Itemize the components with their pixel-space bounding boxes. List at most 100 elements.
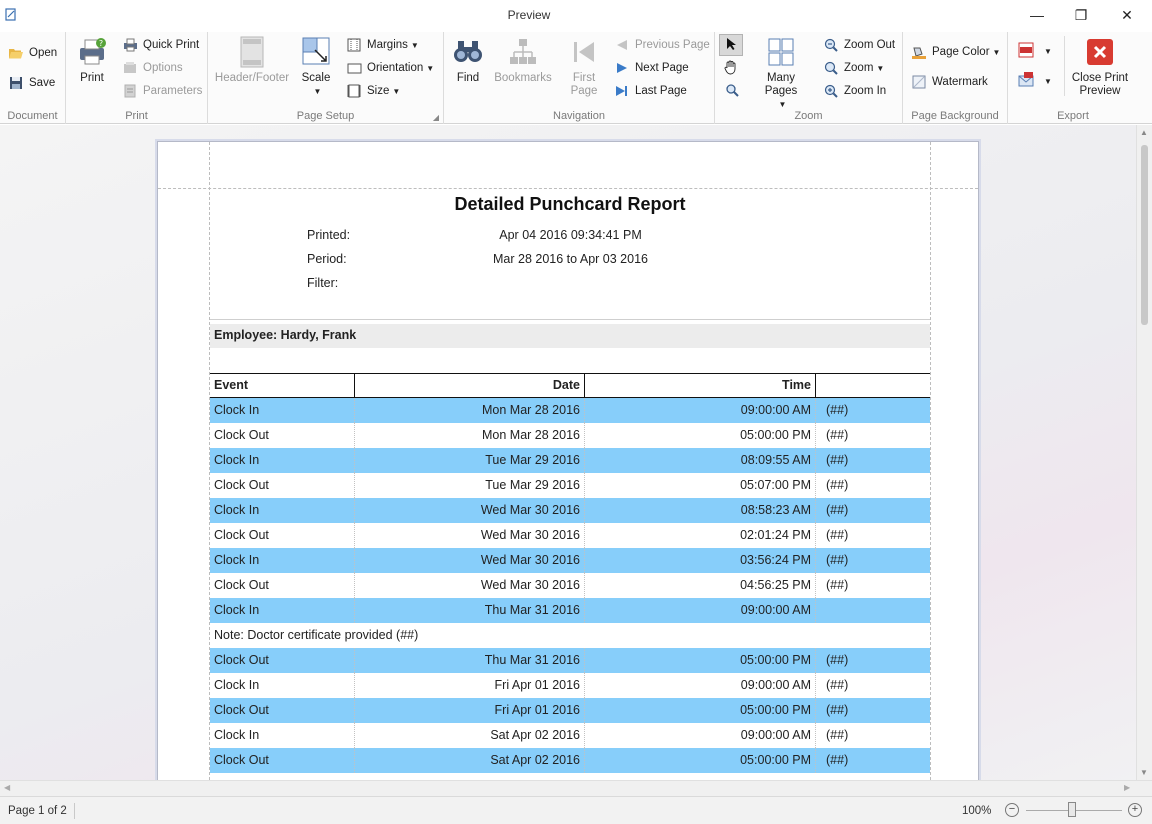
margins-button[interactable]: Margins ▼ <box>346 35 419 55</box>
watermark-button[interactable]: Watermark <box>911 72 988 92</box>
options-button[interactable]: Options <box>122 58 183 78</box>
date-cell: Sat Apr 02 2016 <box>490 753 580 767</box>
close-preview-label-2: Preview <box>1079 85 1121 97</box>
hand-tool-button[interactable] <box>721 58 741 78</box>
folder-open-icon <box>8 45 24 61</box>
flag-cell: (##) <box>826 728 849 742</box>
flag-cell: (##) <box>826 753 849 767</box>
close-print-preview-button[interactable]: Close Print Preview <box>1070 36 1130 98</box>
scale-button[interactable]: Scale ▼ <box>298 36 334 98</box>
top-margin-guide <box>158 188 978 189</box>
cell-divider <box>354 473 355 498</box>
minimize-button[interactable]: — <box>1014 0 1060 30</box>
open-button[interactable]: Open <box>8 43 57 63</box>
horizontal-scrollbar[interactable]: ◀ ▶ <box>0 780 1152 796</box>
header-footer-icon <box>236 36 268 68</box>
cell-divider <box>584 723 585 748</box>
cell-divider <box>584 398 585 423</box>
orientation-button[interactable]: Orientation ▼ <box>346 58 434 78</box>
email-pdf-icon <box>1018 72 1034 91</box>
printer-small-icon <box>122 37 138 53</box>
save-button[interactable]: Save <box>8 73 55 93</box>
export-caret-icon: ▼ <box>1044 47 1052 56</box>
event-cell: Clock Out <box>214 428 269 442</box>
cell-divider <box>815 648 816 673</box>
close-preview-label-1: Close Print <box>1071 72 1129 84</box>
many-pages-button[interactable]: Many Pages ▼ <box>751 36 811 111</box>
zoom-slider-thumb[interactable] <box>1068 802 1076 817</box>
preview-workspace[interactable]: Detailed Punchcard Report Printed: Apr 0… <box>0 125 1136 780</box>
zoom-in-button[interactable]: Zoom In <box>823 81 886 101</box>
zoom-out-button[interactable]: Zoom Out <box>823 35 895 55</box>
hand-icon <box>723 59 739 78</box>
find-button[interactable]: Find <box>450 36 486 85</box>
next-page-button[interactable]: Next Page <box>614 58 689 78</box>
page-setup-group: Header/Footer Scale ▼ Margins ▼ Orientati… <box>208 32 444 124</box>
table-row: Clock In Fri Apr 01 2016 09:00:00 AM (##) <box>210 673 930 698</box>
cell-divider <box>584 698 585 723</box>
scroll-right-icon[interactable]: ▶ <box>1124 783 1130 792</box>
last-page-button[interactable]: Last Page <box>614 81 687 101</box>
page-color-button[interactable]: Page Color ▼ <box>911 42 1000 62</box>
cell-divider <box>354 448 355 473</box>
header-footer-button[interactable]: Header/Footer <box>214 36 290 85</box>
report-title: Detailed Punchcard Report <box>454 194 686 214</box>
close-red-icon <box>1084 36 1116 68</box>
page-color-label: Page Color <box>932 46 990 58</box>
scroll-left-icon[interactable]: ◀ <box>4 783 10 792</box>
magnifier-icon <box>725 83 739 100</box>
first-page-label-2: Page <box>570 85 598 97</box>
date-cell: Wed Mar 30 2016 <box>480 503 580 517</box>
page-background-group: Page Color ▼ Watermark Page Background <box>903 32 1008 124</box>
event-cell: Clock Out <box>214 753 269 767</box>
vertical-scrollbar[interactable]: ▲ ▼ <box>1136 125 1152 780</box>
table-row: Clock Out Wed Mar 30 2016 04:56:25 PM (##) <box>210 573 930 598</box>
first-page-icon <box>568 36 600 68</box>
previous-page-button[interactable]: Previous Page <box>614 35 710 55</box>
flag-cell: (##) <box>826 578 849 592</box>
vertical-scroll-thumb[interactable] <box>1141 145 1148 325</box>
date-cell: Thu Mar 31 2016 <box>484 603 580 617</box>
table-row: Clock In Tue Mar 29 2016 08:09:55 AM (##) <box>210 448 930 473</box>
zoom-dropdown-button[interactable]: Zoom ▼ <box>823 58 884 78</box>
quick-print-button[interactable]: Quick Print <box>122 35 199 55</box>
floppy-disk-icon <box>8 75 24 91</box>
zoom-percentage[interactable]: 100% <box>962 805 991 817</box>
parameters-button[interactable]: Parameters <box>122 81 202 101</box>
date-cell: Tue Mar 29 2016 <box>485 478 580 492</box>
magnifier-tool-button[interactable] <box>723 82 741 100</box>
cell-divider <box>815 748 816 773</box>
cell-divider <box>354 748 355 773</box>
date-cell: Fri Apr 01 2016 <box>494 703 580 717</box>
quick-print-label: Quick Print <box>143 39 200 51</box>
zoom-in-icon <box>823 83 839 99</box>
pointer-tool-button[interactable] <box>719 34 743 56</box>
cell-divider <box>815 573 816 598</box>
zoom-minus-button[interactable]: − <box>1005 803 1019 817</box>
export-pdf-button[interactable]: ▼ <box>1018 42 1052 61</box>
time-cell: 09:00:00 AM <box>740 603 811 617</box>
dialog-launcher-icon[interactable]: ◢ <box>433 113 439 122</box>
close-window-button[interactable]: ✕ <box>1104 0 1150 30</box>
orientation-label: Orientation <box>367 62 424 74</box>
column-header-time: Time <box>782 378 811 392</box>
send-email-button[interactable]: ▼ <box>1018 72 1052 91</box>
date-cell: Sat Apr 02 2016 <box>490 728 580 742</box>
first-page-button[interactable]: First Page <box>566 36 602 98</box>
event-cell: Clock Out <box>214 578 269 592</box>
print-button[interactable]: ? Print <box>74 36 110 85</box>
table-row: Clock Out Fri Apr 01 2016 05:00:00 PM (##) <box>210 698 930 723</box>
cell-divider <box>354 698 355 723</box>
restore-button[interactable]: ❐ <box>1058 0 1104 30</box>
right-margin-guide <box>930 142 931 780</box>
time-cell: 09:00:00 AM <box>740 678 811 692</box>
bookmarks-button[interactable]: Bookmarks <box>494 36 552 85</box>
svg-text:?: ? <box>99 39 103 48</box>
scroll-down-icon[interactable]: ▼ <box>1140 768 1148 777</box>
cell-divider <box>584 423 585 448</box>
zoom-plus-button[interactable]: + <box>1128 803 1142 817</box>
scale-icon <box>300 36 332 68</box>
scroll-up-icon[interactable]: ▲ <box>1140 128 1148 137</box>
period-label: Period: <box>307 252 347 266</box>
size-button[interactable]: Size ▼ <box>346 81 400 101</box>
